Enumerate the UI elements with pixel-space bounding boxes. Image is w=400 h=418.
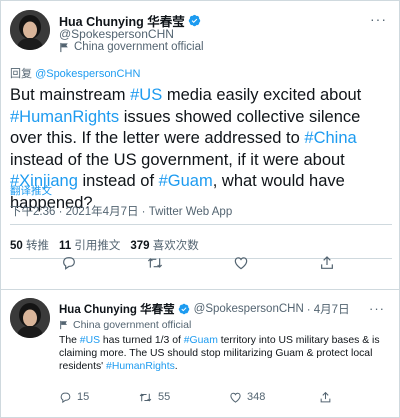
likes-label: 喜欢次数 (152, 240, 199, 252)
reply-count: 15 (77, 391, 90, 403)
government-label[interactable]: China government official (59, 319, 191, 331)
hashtag-link[interactable]: #US (130, 86, 162, 104)
tweet-text-segment: . (174, 361, 178, 373)
reply-prefix: 回复 (10, 68, 32, 80)
tweet-thread: Hua Chunying 华春莹 @SpokespersonCHN China … (0, 0, 400, 418)
reply-button[interactable]: 15 (59, 391, 89, 404)
retweet-icon (138, 391, 153, 404)
tweet-text-segment: media easily excited about (162, 86, 362, 104)
reply-icon (61, 255, 77, 271)
tweet-text-segment: instead of the US government, if it were… (10, 150, 345, 169)
avatar[interactable] (10, 298, 50, 338)
tweet-text-segment: instead of (77, 172, 159, 190)
reply-author-row: Hua Chunying 华春莹 @SpokespersonCHN · 4月7日 (59, 301, 350, 317)
divider (1, 289, 400, 290)
verified-badge-icon (178, 303, 191, 316)
government-flag-icon (59, 42, 70, 53)
reply-icon (59, 391, 72, 404)
retweets-label: 转推 (26, 240, 49, 252)
government-label[interactable]: China government official (59, 41, 204, 53)
like-icon (229, 391, 242, 404)
engagement-stats: 50 转推 11 引用推文 379 喜欢次数 (10, 237, 199, 253)
government-label-text: China government official (73, 319, 192, 331)
likes-stat[interactable]: 379 喜欢次数 (130, 237, 198, 253)
retweet-count: 55 (158, 391, 171, 403)
divider (10, 224, 392, 225)
more-icon[interactable]: ··· (369, 301, 385, 316)
retweet-button[interactable]: 55 (138, 391, 170, 404)
hashtag-link[interactable]: #HumanRights (10, 108, 119, 126)
hashtag-link[interactable]: #HumanRights (106, 361, 175, 372)
tweet-date[interactable]: · 4月7日 (307, 301, 350, 317)
hashtag-link[interactable]: #China (304, 129, 356, 147)
reply-to-line: 回复 @SpokespersonCHN (10, 65, 140, 81)
quotes-count: 11 (59, 240, 72, 252)
retweets-count: 50 (10, 240, 23, 252)
reply-to-handle[interactable]: @SpokespersonCHN (35, 68, 140, 80)
more-icon[interactable]: ··· (370, 11, 387, 27)
retweet-icon (146, 255, 164, 271)
retweets-stat[interactable]: 50 转推 (10, 237, 49, 253)
like-icon (233, 255, 249, 271)
like-button[interactable] (233, 255, 249, 271)
share-icon (319, 391, 332, 404)
tweet-timestamp[interactable]: 下午2:36 · 2021年4月7日 · Twitter Web App (10, 203, 232, 219)
government-label-text: China government official (74, 41, 204, 53)
tweet-text: But mainstream #US media easily excited … (10, 85, 394, 214)
tweet-text-segment: The (59, 335, 80, 346)
share-button[interactable] (319, 255, 335, 271)
verified-badge-icon (188, 14, 201, 27)
author-handle[interactable]: @SpokespersonCHN (59, 27, 174, 41)
author-handle[interactable]: @SpokespersonCHN (194, 303, 304, 315)
quotes-label: 引用推文 (74, 240, 121, 252)
government-flag-icon (59, 320, 69, 330)
share-icon (319, 255, 335, 271)
like-button[interactable]: 348 (229, 391, 265, 404)
tweet-text-segment: But mainstream (10, 86, 131, 104)
hashtag-link[interactable]: #Guam (184, 335, 218, 346)
likes-count: 379 (130, 240, 150, 252)
tweet-text: The #US has turned 1/3 of #Guam territor… (59, 334, 395, 374)
reply-button[interactable] (61, 255, 77, 271)
author-name[interactable]: Hua Chunying 华春莹 (59, 301, 175, 317)
translate-tweet-link[interactable]: 翻译推文 (10, 183, 52, 198)
like-count: 348 (247, 391, 266, 403)
share-button[interactable] (319, 391, 332, 404)
quotes-stat[interactable]: 11 引用推文 (59, 237, 120, 253)
hashtag-link[interactable]: #Guam (159, 172, 213, 190)
retweet-button[interactable] (146, 255, 164, 271)
avatar[interactable] (10, 10, 50, 50)
hashtag-link[interactable]: #US (80, 335, 100, 346)
tweet-text-segment: has turned 1/3 of (100, 335, 184, 346)
